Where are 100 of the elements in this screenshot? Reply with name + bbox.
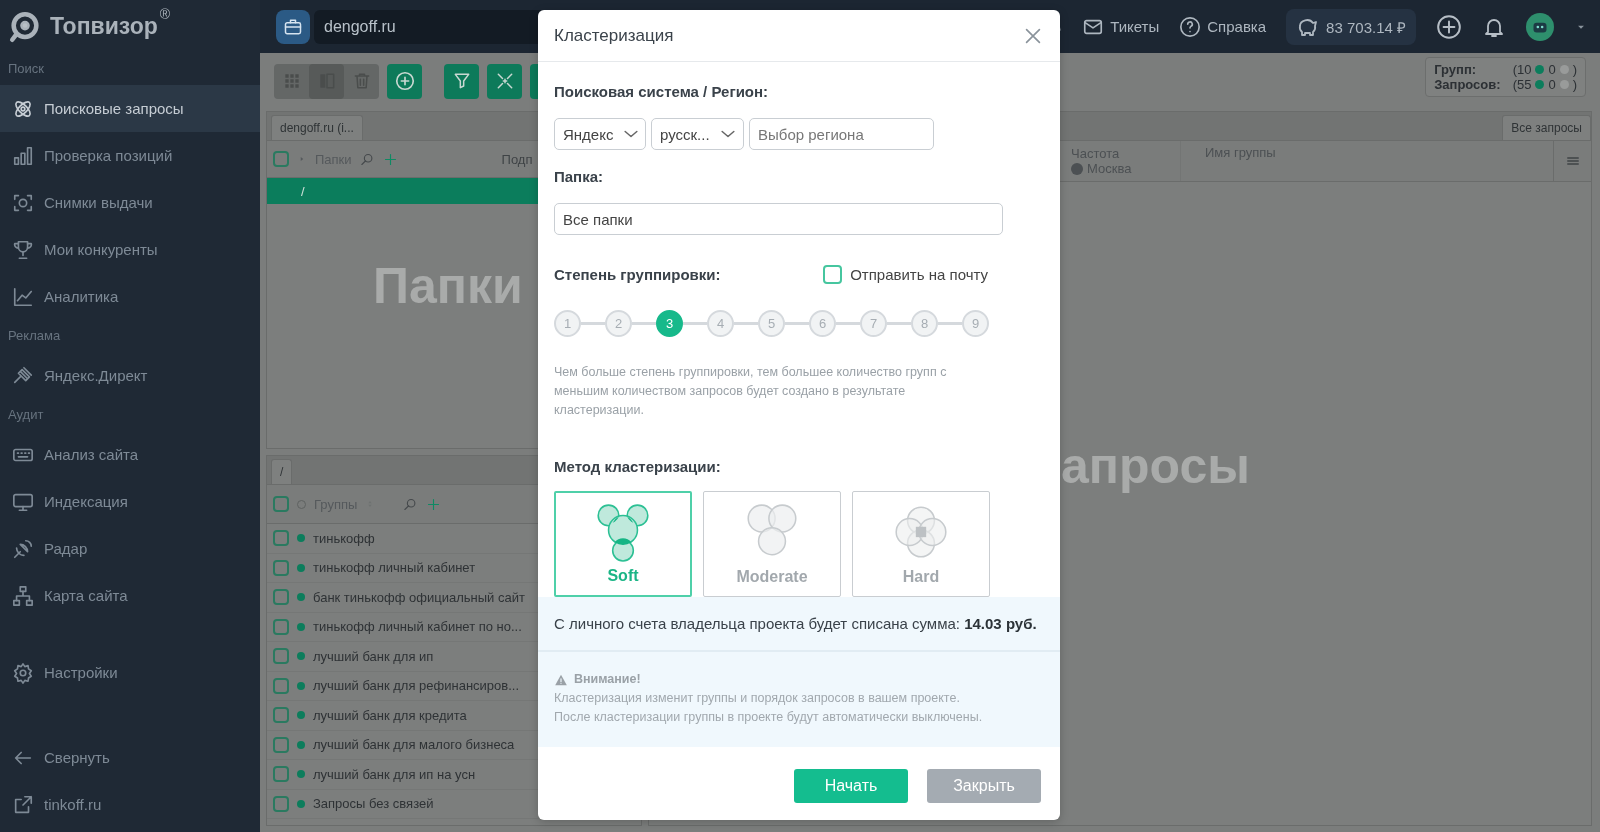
degree-step[interactable]: 2 [605,310,632,337]
sidebar-item[interactable]: Карта сайта [0,572,260,619]
stat-total: (55 [1512,77,1532,92]
bar-chart-icon [12,144,34,167]
checkbox[interactable] [273,707,289,724]
sidebar-item[interactable]: Снимки выдачи [0,179,260,226]
stat-bracket: ) [1572,77,1577,92]
registered-mark: ® [159,6,171,22]
status-dot [297,593,305,602]
checkbox[interactable] [273,559,289,576]
engine-select[interactable]: Яндекс [554,118,646,150]
checkbox[interactable] [273,589,289,606]
group-name[interactable]: лучший банк для малого бизнеса [313,737,515,753]
status-dot [297,770,305,779]
plus-circle-icon [1436,13,1462,40]
status-dot [297,563,305,572]
start-button[interactable]: Начать [794,769,908,803]
field-label: Метод кластеризации: [554,458,722,475]
collapse-item[interactable]: Свернуть [0,734,260,781]
sidebar-section-title: Реклама [7,327,62,345]
stat-label: Групп: [1434,62,1478,77]
site-link[interactable]: tinkoff.ru [0,781,260,828]
checkbox[interactable] [273,766,289,783]
close-dialog-button[interactable]: Закрыть [927,769,1041,803]
sidebar-item[interactable]: Проверка позиций [0,132,260,179]
trophy-icon [12,238,34,261]
sidebar-item[interactable]: Поисковые запросы [0,85,260,132]
tickets-link[interactable]: Тикеты [1082,15,1160,38]
folder-field[interactable]: Все папки [554,203,1003,235]
group-name[interactable]: лучший банк для кредита [313,707,467,723]
add-icon[interactable] [1436,13,1462,40]
stat-count: 0 [1548,77,1556,92]
sidebar-item[interactable]: Индексация [0,478,260,525]
avatar[interactable] [1526,12,1554,41]
checkbox[interactable] [273,677,289,694]
warning-text: Кластеризация изменит группы и порядок запросов в вашем проекте. [554,690,961,707]
logo-text: Топвизор [50,13,158,40]
checkbox[interactable] [273,648,289,665]
status-dot [297,740,305,749]
group-name[interactable]: тинькофф [313,530,375,546]
settings-item[interactable]: Настройки [0,649,260,696]
degree-step[interactable]: 8 [911,310,938,337]
warning-text: После кластеризации группы в проекте будут автоматически выключены. [554,709,984,726]
sidebar-section-title: Поиск [7,60,46,78]
checkbox[interactable] [273,736,289,753]
sidebar-item[interactable]: Анализ сайта [0,431,260,478]
panel-view-button[interactable] [309,63,344,99]
plus-circle-icon [393,70,416,92]
region-field[interactable]: Выбор региона [749,118,934,150]
stat-label: Запросов: [1434,77,1501,92]
sidebar-item[interactable]: Мои конкуренты [0,226,260,273]
active-dot [1535,80,1545,89]
method-option[interactable]: Hard [852,491,990,597]
method-option[interactable]: Soft [554,491,692,597]
field-label: Степень группировки: [554,266,721,283]
settings-icon [12,661,34,684]
add-button[interactable] [387,63,422,99]
project-button[interactable] [276,9,310,44]
degree-step[interactable]: 9 [962,310,989,337]
degree-step[interactable]: 6 [809,310,836,337]
degree-step[interactable]: 5 [758,310,785,337]
checkbox[interactable] [273,618,289,635]
all-queries-tab[interactable]: Все запросы [1502,115,1591,140]
group-name[interactable]: банк тинькофф официальный сайт [313,589,525,605]
degree-step[interactable]: 4 [707,310,734,337]
magnifier-logo-icon [8,9,42,44]
satellite-icon [12,537,34,560]
language-select[interactable]: русск... [651,118,744,150]
filter-button[interactable] [444,63,479,99]
project-tab[interactable]: dengoff.ru (i... [271,115,363,140]
group-name[interactable]: лучший банк для рефинансиров... [313,678,520,694]
sidebar-item[interactable]: Радар [0,525,260,572]
folder-tab[interactable]: / [271,459,293,484]
checkbox[interactable] [273,496,289,512]
checkbox[interactable] [273,530,289,547]
group-name[interactable]: Запросы без связей [313,796,434,812]
collapse-arrows-button[interactable] [487,63,522,99]
group-name[interactable]: тинькофф личный кабинет [313,560,476,576]
status-dot [297,622,305,631]
active-dot [1535,65,1545,74]
sidebar-item[interactable]: Аналитика [0,273,260,320]
sitemap-icon [12,584,34,607]
group-name[interactable]: лучший банк для ип на усн [313,766,476,782]
search-icon[interactable] [359,151,375,167]
degree-step[interactable]: 3 [656,310,683,337]
degree-step[interactable]: 7 [860,310,887,337]
help-link[interactable]: Справка [1179,15,1267,38]
email-checkbox[interactable]: Отправить на почту [823,265,988,284]
stat-bracket: ) [1572,62,1577,77]
method-option[interactable]: Moderate [703,491,841,597]
group-name[interactable]: тинькофф личный кабинет по но... [313,619,522,635]
group-name[interactable]: лучший банк для ип [313,648,434,664]
checkbox[interactable] [273,795,289,812]
degree-step[interactable]: 1 [554,310,581,337]
sidebar-item[interactable]: Яндекс.Директ [0,352,260,399]
inactive-dot [1559,65,1569,74]
checkbox[interactable] [823,265,843,284]
checkbox[interactable] [273,151,289,167]
stat-count: 0 [1548,62,1556,77]
balance-button[interactable]: 83 703.14 ₽ [1286,8,1416,45]
